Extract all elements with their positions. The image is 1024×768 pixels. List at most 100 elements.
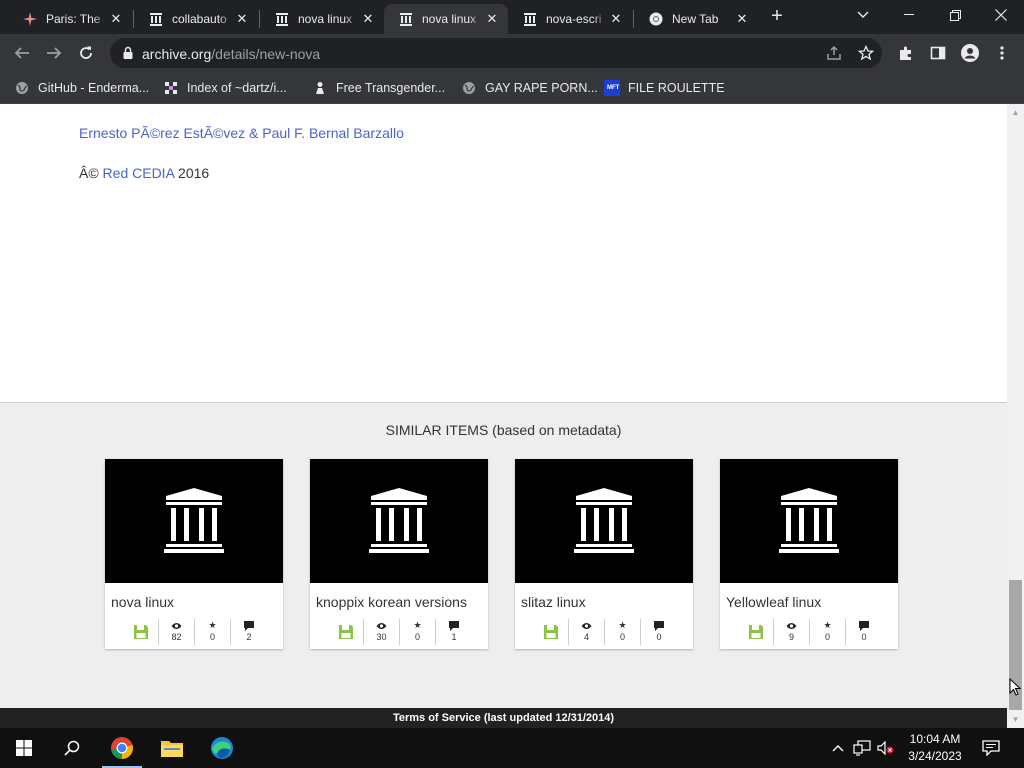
network-icon[interactable]	[852, 728, 872, 768]
similar-item-card[interactable]: nova linux 82 ★ 0 2	[105, 459, 283, 649]
bookmark-file-roulette[interactable]: MFT FILE ROULETTE	[604, 78, 725, 98]
bookmark-index-dartz[interactable]: Index of ~dartz/i...	[163, 78, 287, 98]
copyright-line: Â© Red CEDIA 2016	[79, 165, 209, 181]
reload-icon	[80, 46, 92, 59]
tab-search-button[interactable]	[840, 0, 886, 30]
bookmark-label: FILE ROULETTE	[628, 81, 725, 95]
favorites-count: 0	[619, 632, 625, 642]
similar-item-card[interactable]: Yellowleaf linux 9 ★ 0 0	[720, 459, 898, 649]
arrow-left-icon	[14, 47, 29, 59]
vertical-scrollbar[interactable]: ▲ ▼	[1007, 104, 1024, 728]
item-title[interactable]: slitaz linux	[521, 594, 586, 610]
item-thumbnail[interactable]	[720, 459, 898, 583]
tab-nova-escri[interactable]: nova-escri ✕	[508, 4, 632, 34]
sparkle-icon	[22, 11, 38, 27]
favorites-stat: ★ 0	[400, 619, 436, 645]
floppy-icon	[748, 625, 763, 639]
comment-icon	[449, 619, 459, 632]
archive-logo-icon	[779, 488, 839, 553]
item-title[interactable]: nova linux	[111, 594, 174, 610]
forward-button[interactable]	[40, 39, 68, 67]
share-icon[interactable]	[826, 45, 842, 61]
tab-title: nova linux	[422, 12, 477, 26]
side-panel-button[interactable]	[924, 39, 952, 67]
reviews-stat: 0	[641, 619, 677, 645]
mft-icon-text: MFT	[607, 84, 620, 91]
avatar-icon	[961, 44, 979, 62]
extensions-button[interactable]	[892, 39, 920, 67]
favorites-stat: ★ 0	[605, 619, 641, 645]
terms-footer: Terms of Service (last updated 12/31/201…	[0, 708, 1007, 728]
start-button[interactable]	[0, 728, 48, 768]
search-icon	[64, 740, 80, 756]
close-icon[interactable]: ✕	[234, 11, 250, 27]
tab-new-tab[interactable]: New Tab ✕	[634, 4, 758, 34]
org-link[interactable]: Red CEDIA	[103, 165, 175, 181]
terms-link[interactable]: Terms of Service (last updated 12/31/201…	[393, 712, 614, 724]
archive-icon	[522, 11, 538, 27]
windows-taskbar: 10:04 AM 3/24/2023	[0, 728, 1024, 768]
favorites-count: 0	[414, 632, 420, 642]
favorites-count: 0	[824, 632, 830, 642]
eye-icon	[171, 619, 182, 632]
views-stat: 9	[774, 619, 810, 645]
star-icon[interactable]	[858, 45, 874, 61]
browser-toolbar: archive.org/details/new-nova	[0, 34, 1024, 72]
folder-icon	[161, 741, 183, 757]
scroll-down-arrow[interactable]: ▼	[1007, 711, 1024, 728]
item-thumbnail[interactable]	[310, 459, 488, 583]
globe-icon	[14, 80, 30, 96]
show-hidden-icons-button[interactable]	[830, 728, 846, 768]
tab-paris[interactable]: Paris: The ✕	[8, 4, 132, 34]
chrome-icon	[648, 11, 664, 27]
close-icon[interactable]: ✕	[360, 11, 376, 27]
bookmark-gay-rape-porn[interactable]: GAY RAPE PORN...	[461, 78, 598, 98]
item-title[interactable]: Yellowleaf linux	[726, 594, 821, 610]
address-bar[interactable]: archive.org/details/new-nova	[110, 38, 882, 68]
file-explorer-button[interactable]	[148, 728, 196, 768]
globe-icon	[461, 80, 477, 96]
close-icon[interactable]: ✕	[108, 11, 124, 27]
authors-line: Ernesto PÃ©rez EstÃ©vez & Paul F. Bernal…	[79, 125, 404, 141]
minimize-button[interactable]	[886, 0, 932, 30]
floppy-icon	[543, 625, 558, 639]
reviews-count: 0	[656, 632, 662, 642]
item-stats: 4 ★ 0 0	[533, 619, 677, 645]
item-stats: 30 ★ 0 1	[328, 619, 472, 645]
chrome-taskbar-button[interactable]	[98, 728, 146, 768]
scroll-up-arrow[interactable]: ▲	[1007, 104, 1024, 121]
close-icon[interactable]: ✕	[484, 11, 500, 27]
item-thumbnail[interactable]	[515, 459, 693, 583]
system-clock[interactable]: 10:04 AM 3/24/2023	[898, 731, 972, 765]
back-button[interactable]	[8, 39, 36, 67]
search-button[interactable]	[48, 728, 96, 768]
new-tab-button[interactable]: +	[766, 6, 788, 28]
authors-link[interactable]: Ernesto PÃ©rez EstÃ©vez & Paul F. Bernal…	[79, 125, 404, 141]
tab-collabauto[interactable]: collabauto ✕	[134, 4, 258, 34]
volume-muted-icon[interactable]	[876, 728, 896, 768]
item-thumbnail[interactable]	[105, 459, 283, 583]
restore-button[interactable]	[932, 0, 978, 30]
archive-icon	[274, 11, 290, 27]
menu-button[interactable]	[988, 39, 1016, 67]
item-title[interactable]: knoppix korean versions	[316, 594, 467, 610]
close-icon[interactable]: ✕	[734, 11, 750, 27]
profile-button[interactable]	[956, 39, 984, 67]
notifications-button[interactable]	[980, 728, 1002, 768]
similar-item-card[interactable]: slitaz linux 4 ★ 0 0	[515, 459, 693, 649]
close-window-button[interactable]	[978, 0, 1024, 30]
tab-nova-linux-1[interactable]: nova linux ✕	[260, 4, 384, 34]
edge-button[interactable]	[198, 728, 246, 768]
floppy-icon	[338, 625, 353, 639]
similar-item-card[interactable]: knoppix korean versions 30 ★ 0 1	[310, 459, 488, 649]
close-icon[interactable]: ✕	[608, 11, 624, 27]
bookmark-github[interactable]: GitHub - Enderma...	[14, 78, 149, 98]
kebab-menu-icon	[1000, 46, 1004, 60]
clock-date: 3/24/2023	[908, 749, 962, 763]
reload-button[interactable]	[72, 39, 100, 67]
star-icon: ★	[618, 620, 627, 630]
bookmark-free-transgender[interactable]: Free Transgender...	[312, 78, 445, 98]
lock-icon	[123, 46, 133, 59]
url-path: /details/new-nova	[211, 46, 321, 62]
tab-nova-linux-active[interactable]: nova linux ✕	[384, 4, 508, 34]
